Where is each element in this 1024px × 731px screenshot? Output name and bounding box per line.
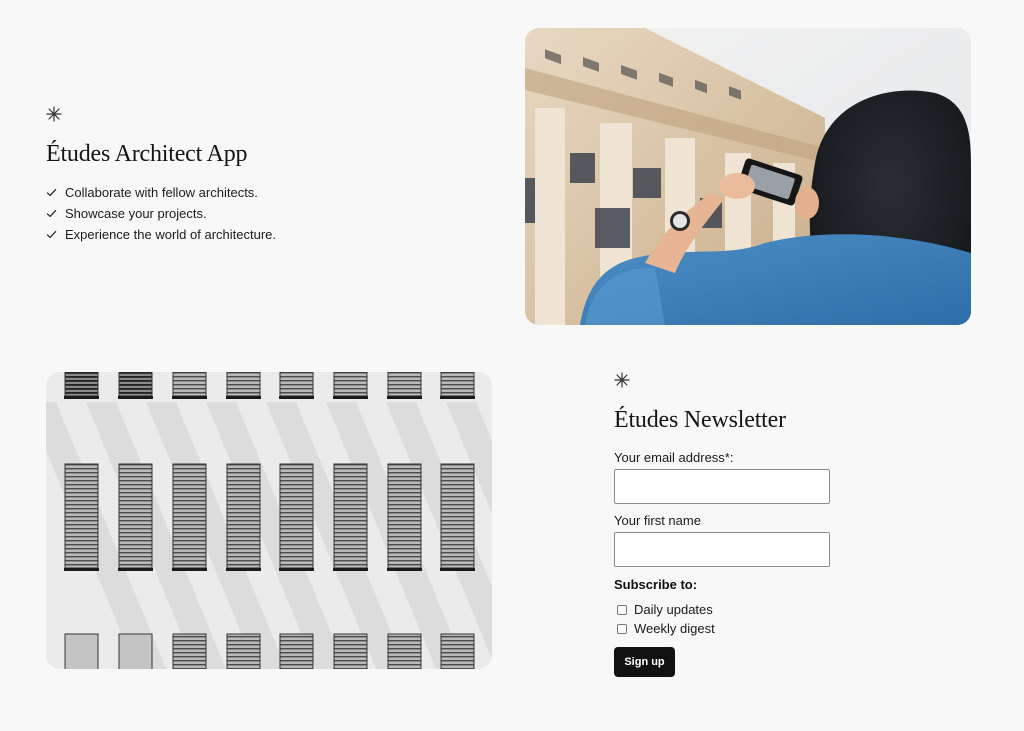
facade-window (226, 372, 261, 397)
app-title: Études Architect App (46, 141, 248, 167)
daily-updates-label: Daily updates (634, 602, 713, 617)
asterisk-icon (614, 372, 630, 388)
email-input[interactable] (614, 469, 830, 504)
window-sill (172, 396, 207, 399)
check-icon (46, 188, 57, 197)
feature-item: Experience the world of architecture. (46, 224, 466, 245)
window-sill (226, 568, 261, 571)
facade-window (118, 463, 153, 569)
window-sill (333, 396, 368, 399)
facade-window (172, 633, 207, 669)
window-sill (172, 568, 207, 571)
facade-window (387, 463, 422, 569)
architecture-photo (525, 28, 971, 325)
feature-text: Collaborate with fellow architects. (65, 185, 258, 200)
facade-window (226, 463, 261, 569)
facade-photo (46, 372, 492, 669)
weekly-digest-checkbox[interactable] (617, 623, 627, 634)
app-intro: Études Architect App Collaborate with fe… (46, 106, 466, 245)
facade-window (440, 463, 475, 569)
window-sill (64, 396, 99, 399)
first-name-label: Your first name (614, 513, 701, 528)
window-sill (333, 568, 368, 571)
newsletter-form: Your email address*: Your first name Sub… (614, 450, 874, 677)
facade-window (64, 633, 99, 669)
sign-up-button[interactable]: Sign up (614, 647, 675, 677)
check-icon (46, 230, 57, 239)
feature-item: Showcase your projects. (46, 203, 466, 224)
facade-window (279, 633, 314, 669)
weekly-digest-label: Weekly digest (634, 621, 715, 636)
feature-list: Collaborate with fellow architects. Show… (46, 182, 466, 245)
asterisk-icon (46, 106, 62, 122)
facade-window (279, 463, 314, 569)
window-sill (64, 568, 99, 571)
newsletter-signup: Études Newsletter Your email address*: Y… (614, 372, 874, 677)
option-daily-updates[interactable]: Daily updates (614, 600, 874, 619)
first-name-input[interactable] (614, 532, 830, 567)
facade-window (279, 372, 314, 397)
subscribe-heading: Subscribe to: (614, 577, 698, 592)
email-label: Your email address*: (614, 450, 734, 465)
facade-window (172, 372, 207, 397)
facade-window (118, 633, 153, 669)
daily-updates-checkbox[interactable] (617, 604, 627, 615)
facade-window (64, 463, 99, 569)
facade-window (387, 633, 422, 669)
feature-text: Experience the world of architecture. (65, 227, 276, 242)
feature-item: Collaborate with fellow architects. (46, 182, 466, 203)
facade-window (387, 372, 422, 397)
window-sill (387, 396, 422, 399)
feature-text: Showcase your projects. (65, 206, 207, 221)
window-sill (279, 568, 314, 571)
window-sill (118, 396, 153, 399)
facade-window (333, 372, 368, 397)
facade-window (172, 463, 207, 569)
facade-window (118, 372, 153, 397)
window-sill (118, 568, 153, 571)
facade-window (333, 463, 368, 569)
check-icon (46, 209, 57, 218)
facade-illustration (46, 372, 492, 669)
facade-window (440, 633, 475, 669)
window-sill (440, 568, 475, 571)
window-sill (440, 396, 475, 399)
option-weekly-digest[interactable]: Weekly digest (614, 619, 874, 638)
window-sill (387, 568, 422, 571)
newsletter-title: Études Newsletter (614, 407, 786, 433)
facade-window (226, 633, 261, 669)
window-sill (279, 396, 314, 399)
window-sill (226, 396, 261, 399)
facade-window (333, 633, 368, 669)
facade-window (440, 372, 475, 397)
facade-window (64, 372, 99, 397)
photo-illustration (525, 28, 971, 325)
